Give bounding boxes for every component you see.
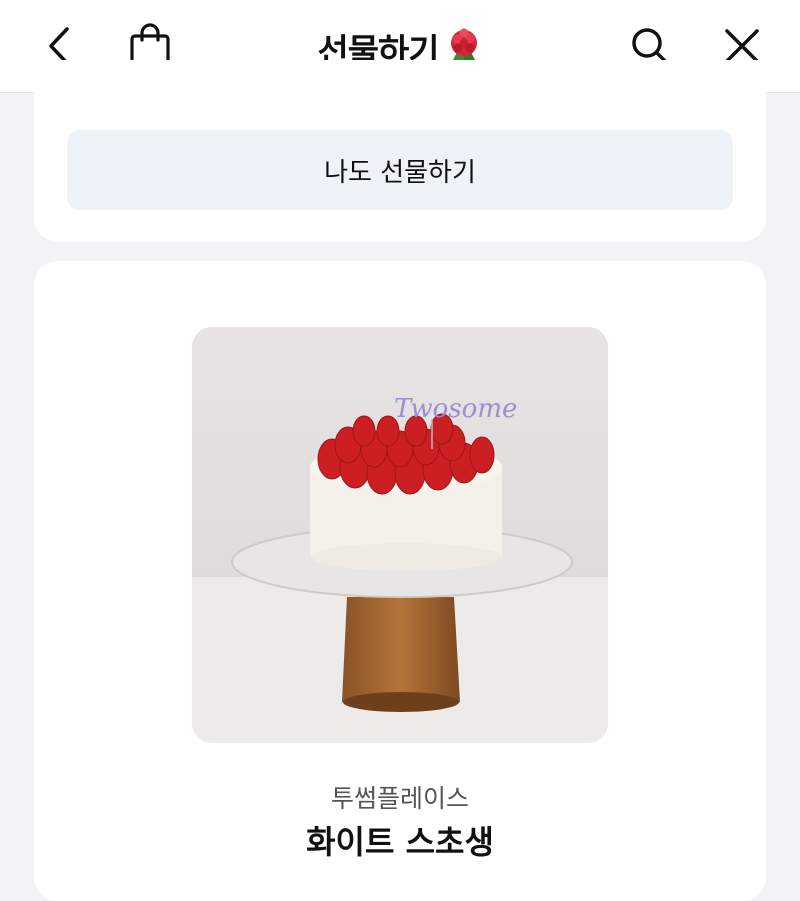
product-brand: 투썸플레이스 [330, 784, 469, 813]
send-gift-too-button[interactable]: 나도 선물하기 [67, 130, 733, 210]
cake-topper-text: Twosome [394, 394, 517, 424]
gift-card-section: 나도 선물하기 [34, 60, 766, 242]
cake-illustration: Twosome [192, 327, 608, 743]
product-image[interactable]: Twosome [192, 327, 608, 743]
product-name: 화이트 스초생 [306, 823, 494, 861]
product-card: Twosome 투썸플레이스 화이트 스초생 [34, 261, 766, 901]
